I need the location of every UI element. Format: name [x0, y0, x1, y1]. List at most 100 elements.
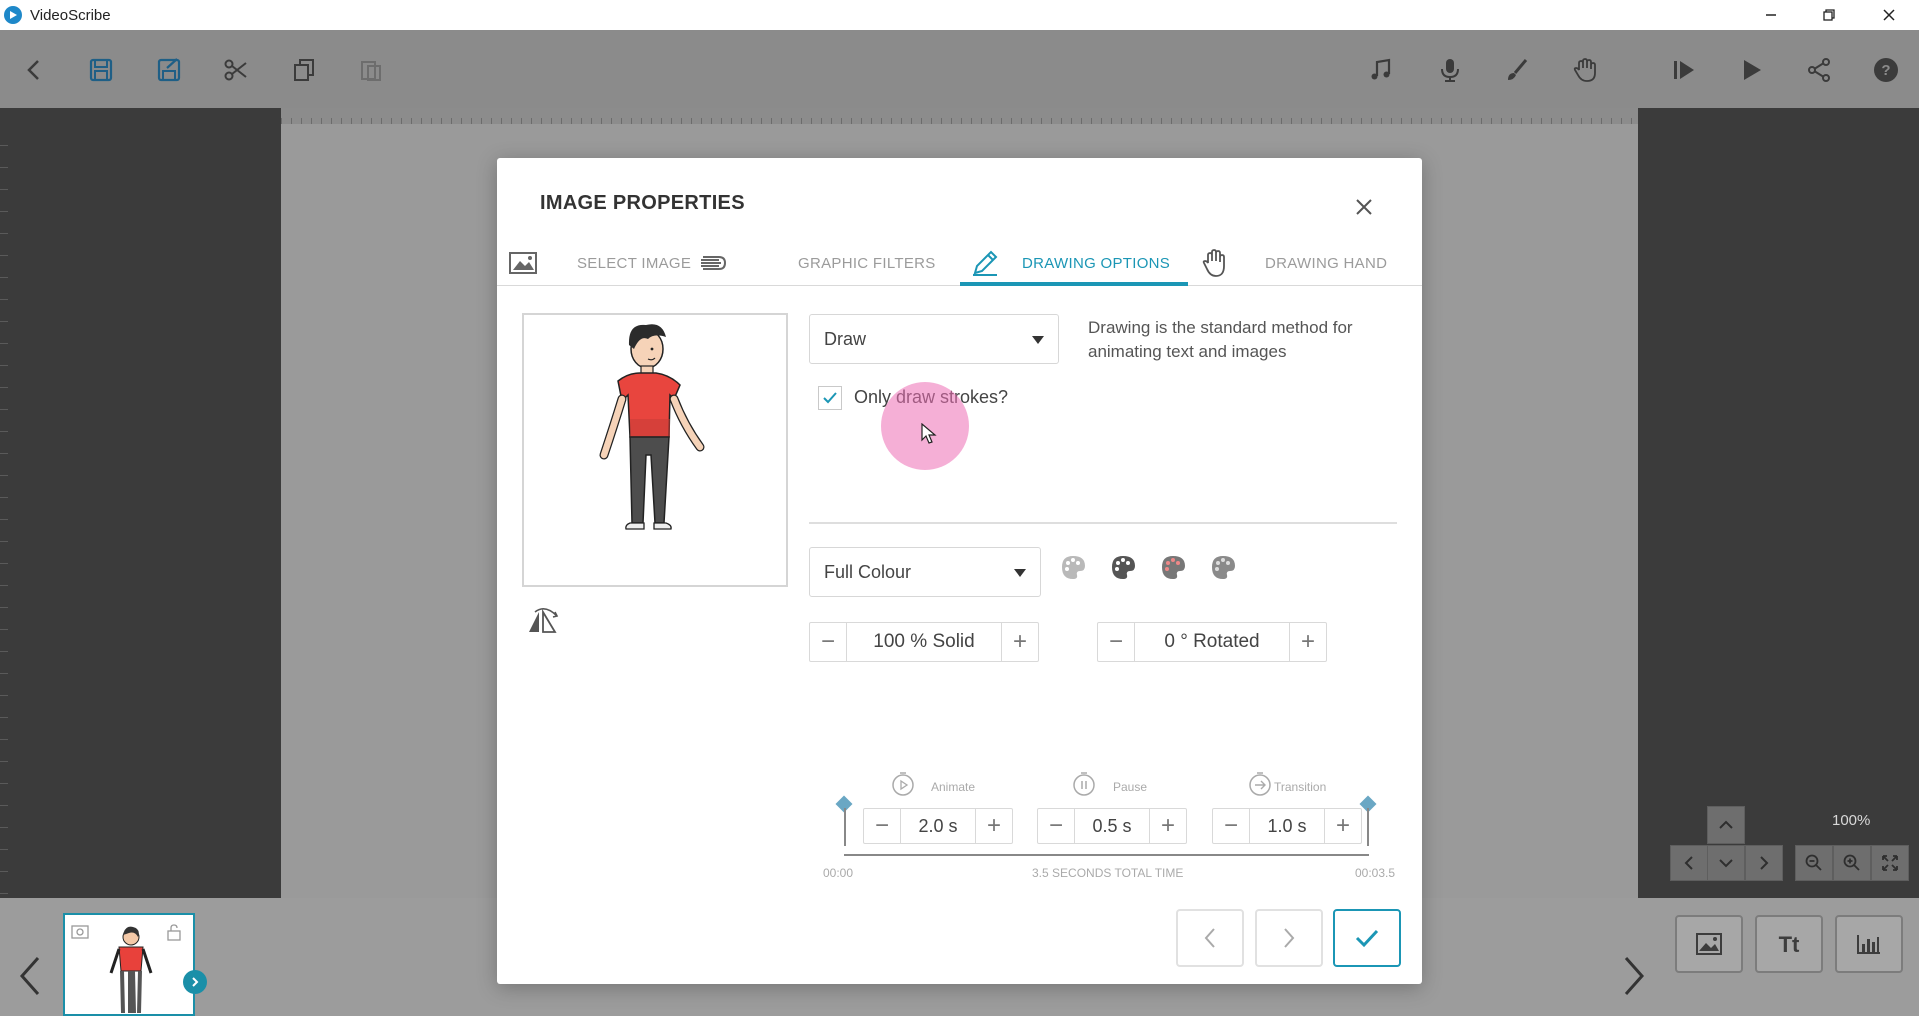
pause-stepper: − 0.5 s +	[1037, 808, 1187, 844]
main-toolbar: ?	[0, 30, 1919, 108]
thumbnail-character-image	[109, 926, 153, 1014]
chevron-down-icon	[1032, 336, 1044, 344]
flip-image-icon[interactable]	[525, 606, 565, 636]
videoscribe-logo-icon	[4, 6, 22, 24]
confirm-button[interactable]	[1333, 909, 1401, 967]
palette-greyscale-icon[interactable]	[1209, 553, 1237, 581]
next-button[interactable]	[1255, 909, 1323, 967]
minimize-button[interactable]	[1748, 0, 1794, 30]
animate-increase-button[interactable]: +	[976, 809, 1012, 843]
character-image	[599, 324, 705, 530]
animate-decrease-button[interactable]: −	[864, 809, 900, 843]
save-as-icon[interactable]	[149, 50, 189, 90]
music-icon[interactable]	[1361, 50, 1401, 90]
pause-decrease-button[interactable]: −	[1038, 809, 1074, 843]
transition-value[interactable]: 1.0 s	[1249, 809, 1325, 843]
copy-icon[interactable]	[284, 50, 324, 90]
draw-mode-value: Draw	[824, 328, 867, 349]
save-icon[interactable]	[81, 50, 121, 90]
cut-icon[interactable]	[216, 50, 256, 90]
opacity-value[interactable]: 100 % Solid	[846, 623, 1002, 661]
share-icon[interactable]	[1799, 50, 1839, 90]
close-dialog-icon[interactable]	[1349, 192, 1379, 222]
timeline-prev-icon[interactable]	[10, 946, 50, 1006]
draw-mode-description: Drawing is the standard method for anima…	[1088, 318, 1353, 361]
opacity-stepper: − 100 % Solid +	[809, 622, 1039, 662]
animate-value[interactable]: 2.0 s	[900, 809, 976, 843]
add-image-icon	[1696, 933, 1722, 955]
timeline-right-edge	[1367, 808, 1369, 846]
microphone-icon[interactable]	[1430, 50, 1470, 90]
pan-up-button[interactable]	[1707, 806, 1745, 844]
scene-thumbnail[interactable]	[63, 913, 195, 1016]
dialog-title: IMAGE PROPERTIES	[540, 192, 745, 214]
rotation-decrease-button[interactable]: −	[1098, 623, 1134, 661]
opacity-decrease-button[interactable]: −	[810, 623, 846, 661]
play-icon[interactable]	[1731, 50, 1771, 90]
add-text-icon: Tt	[1779, 932, 1800, 956]
preview-from-icon[interactable]	[1664, 50, 1704, 90]
close-window-button[interactable]	[1866, 0, 1912, 30]
lock-icon[interactable]	[165, 923, 183, 941]
checkmark-icon	[823, 392, 837, 404]
mouse-cursor-icon	[921, 423, 937, 444]
only-strokes-checkbox[interactable]	[818, 386, 842, 410]
draw-mode-select[interactable]: Draw	[809, 314, 1059, 364]
image-preview	[522, 313, 788, 587]
pause-timer-icon	[1073, 772, 1095, 796]
colour-mode-select[interactable]: Full Colour	[809, 547, 1041, 597]
transition-increase-button[interactable]: +	[1325, 809, 1361, 843]
title-bar: VideoScribe	[0, 0, 1919, 30]
timeline-base	[844, 854, 1369, 856]
pause-value[interactable]: 0.5 s	[1074, 809, 1150, 843]
pan-right-button[interactable]	[1745, 845, 1783, 881]
section-divider	[809, 522, 1397, 524]
pencil-icon[interactable]	[967, 246, 1003, 280]
rotation-stepper: − 0 ° Rotated +	[1097, 622, 1327, 662]
chevron-right-icon	[1284, 928, 1295, 948]
add-image-button[interactable]	[1675, 915, 1743, 973]
transition-decrease-button[interactable]: −	[1213, 809, 1249, 843]
chevron-left-icon	[1204, 928, 1215, 948]
ruler-left	[0, 124, 14, 898]
previous-button[interactable]	[1176, 909, 1244, 967]
pan-down-button[interactable]	[1707, 845, 1745, 881]
chevron-down-icon	[1014, 569, 1026, 577]
image-icon[interactable]	[505, 246, 541, 280]
pause-increase-button[interactable]: +	[1150, 809, 1186, 843]
window-title: VideoScribe	[30, 6, 111, 24]
timeline-end-time: 00:03.5	[1355, 866, 1396, 880]
add-chart-button[interactable]	[1835, 915, 1903, 973]
timeline-next-icon[interactable]	[1614, 946, 1654, 1006]
tab-drawing-hand[interactable]: DRAWING HAND	[1265, 240, 1387, 286]
rotation-increase-button[interactable]: +	[1290, 623, 1326, 661]
zoom-level: 100%	[1832, 812, 1871, 829]
palette-dark-icon[interactable]	[1109, 553, 1137, 581]
thumbnail-next-icon[interactable]	[183, 970, 207, 994]
opacity-increase-button[interactable]: +	[1002, 623, 1038, 661]
tab-graphic-filters[interactable]: GRAPHIC FILTERS	[798, 240, 936, 286]
paste-icon[interactable]	[351, 50, 391, 90]
hand-icon[interactable]	[1565, 50, 1605, 90]
help-icon[interactable]: ?	[1866, 50, 1906, 90]
brush-icon[interactable]	[1497, 50, 1537, 90]
back-icon[interactable]	[14, 50, 54, 90]
image-properties-dialog: IMAGE PROPERTIES SELECT IMAGE GRAPHIC FI…	[497, 158, 1422, 984]
transition-label: Transition	[1274, 780, 1327, 794]
transition-timer-icon	[1249, 772, 1271, 796]
pan-left-button[interactable]	[1670, 845, 1708, 881]
palette-tint-icon[interactable]	[1159, 553, 1187, 581]
rotation-value[interactable]: 0 ° Rotated	[1134, 623, 1290, 661]
hand-icon[interactable]	[1197, 246, 1233, 280]
tab-select-image[interactable]: SELECT IMAGE	[577, 240, 691, 286]
zoom-out-icon[interactable]	[1795, 845, 1833, 881]
checkmark-icon	[1355, 929, 1379, 948]
camera-icon	[71, 925, 89, 939]
restore-button[interactable]	[1806, 0, 1852, 30]
palette-full-colour-icon[interactable]	[1059, 553, 1087, 581]
fit-screen-icon[interactable]	[1871, 845, 1909, 881]
zoom-in-icon[interactable]	[1833, 845, 1871, 881]
tab-drawing-options[interactable]: DRAWING OPTIONS	[1022, 240, 1170, 286]
filters-icon[interactable]	[695, 246, 731, 280]
add-text-button[interactable]: Tt	[1755, 915, 1823, 973]
